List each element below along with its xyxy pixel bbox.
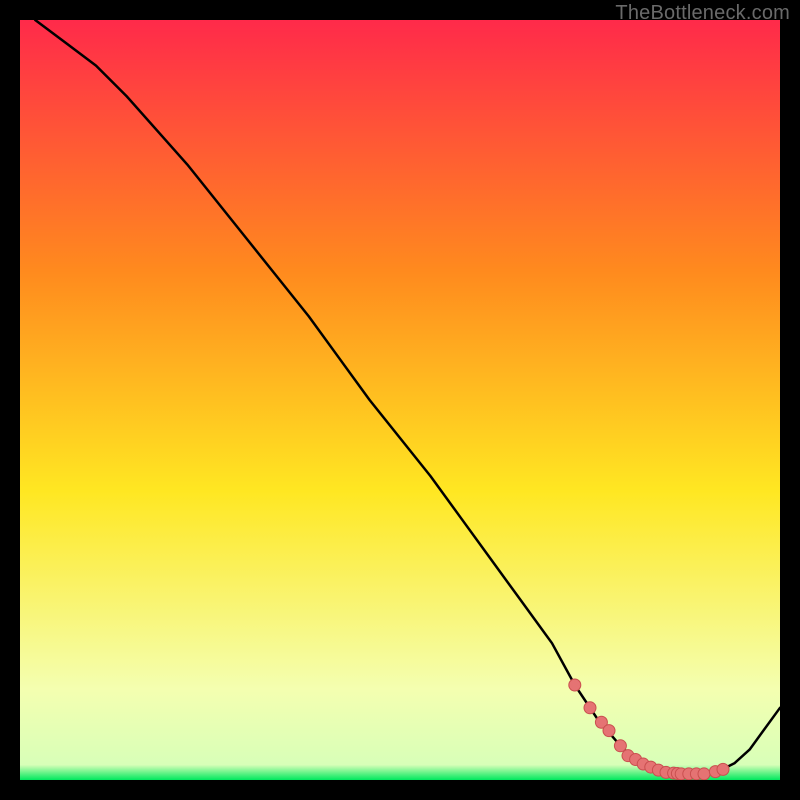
data-dot bbox=[569, 679, 581, 691]
chart-stage: { "watermark": "TheBottleneck.com", "col… bbox=[0, 0, 800, 800]
gradient-bg bbox=[20, 20, 780, 780]
bottleneck-chart bbox=[20, 20, 780, 780]
data-dot bbox=[584, 702, 596, 714]
data-dot bbox=[603, 725, 615, 737]
data-dot bbox=[698, 768, 710, 780]
data-dot bbox=[614, 740, 626, 752]
data-dot bbox=[717, 763, 729, 775]
